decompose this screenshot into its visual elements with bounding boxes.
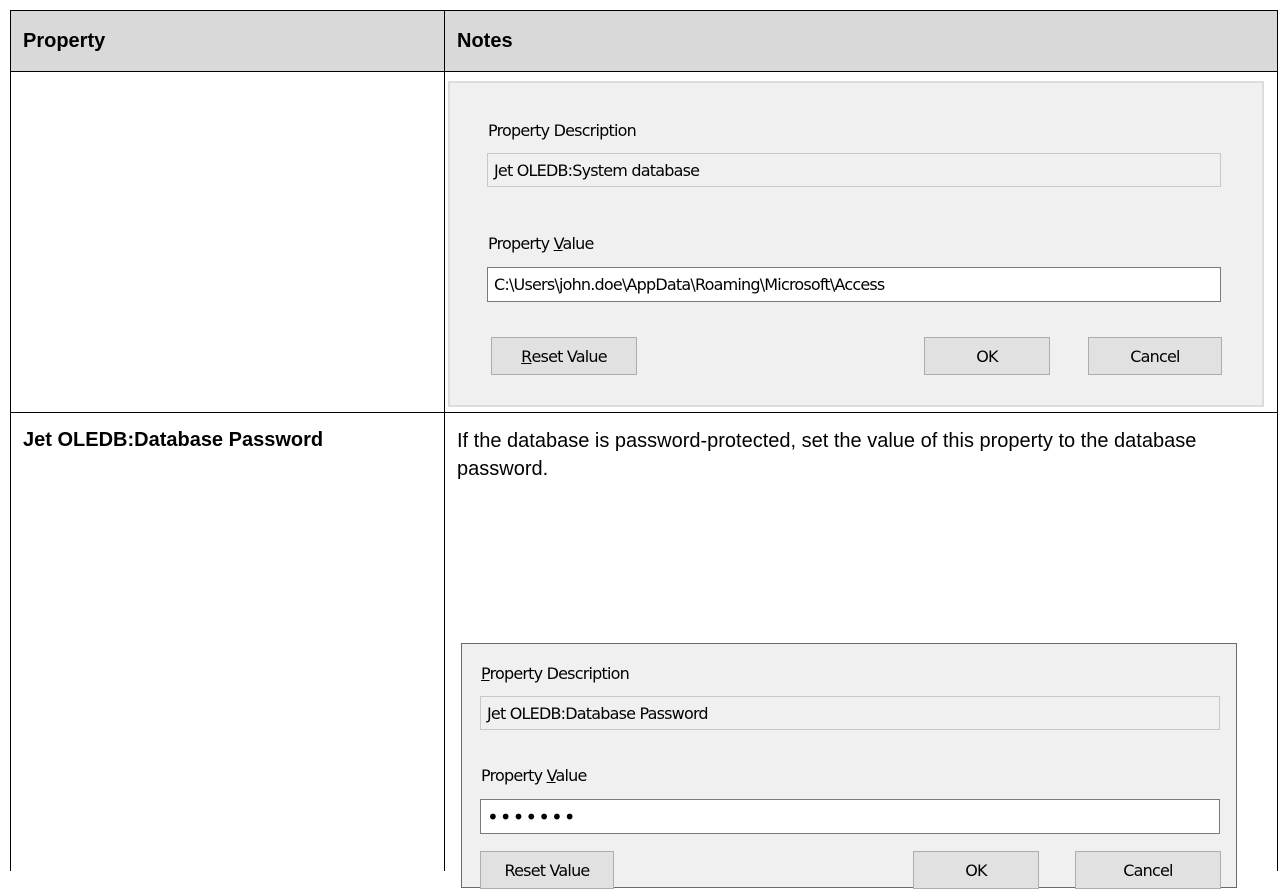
property-value-label: Property Value [488, 234, 594, 253]
property-description-value: Jet OLEDB:System database [494, 160, 700, 180]
password-input[interactable]: ••••••• [480, 799, 1220, 834]
property-value-label: Property Value [481, 766, 587, 785]
property-description-value: Jet OLEDB:Database Password [487, 703, 709, 723]
property-description-field: Jet OLEDB:System database [487, 153, 1221, 187]
ok-button[interactable]: OK [924, 337, 1050, 375]
property-description-label: Property Description [481, 664, 630, 683]
property-value-text: C:\Users\john.doe\AppData\Roaming\Micros… [494, 275, 885, 294]
property-description-label: Property Description [488, 121, 637, 140]
cancel-button[interactable]: Cancel [1088, 337, 1222, 375]
reset-value-button[interactable]: Reset Value [480, 851, 614, 889]
ok-button[interactable]: OK [913, 851, 1039, 889]
property-name: Jet OLEDB:Database Password [23, 429, 324, 451]
header-property: Property [10, 10, 445, 72]
password-mask: ••••••• [487, 804, 577, 829]
property-value-input[interactable]: C:\Users\john.doe\AppData\Roaming\Micros… [487, 267, 1221, 302]
property-notes: If the database is password-protected, s… [457, 430, 1197, 480]
property-dialog-database-password: Property Description Jet OLEDB:Database … [461, 643, 1237, 889]
property-cell: Jet OLEDB:Database Password [10, 412, 445, 871]
cancel-button[interactable]: Cancel [1075, 851, 1221, 889]
property-description-field: Jet OLEDB:Database Password [480, 696, 1220, 730]
header-notes: Notes [444, 10, 1278, 72]
reset-value-button[interactable]: Reset Value [491, 337, 637, 375]
property-dialog-system-database: Property Description Jet OLEDB:System da… [448, 81, 1264, 407]
property-cell-empty [10, 71, 445, 413]
table-header-row: Property Notes [10, 10, 1278, 72]
